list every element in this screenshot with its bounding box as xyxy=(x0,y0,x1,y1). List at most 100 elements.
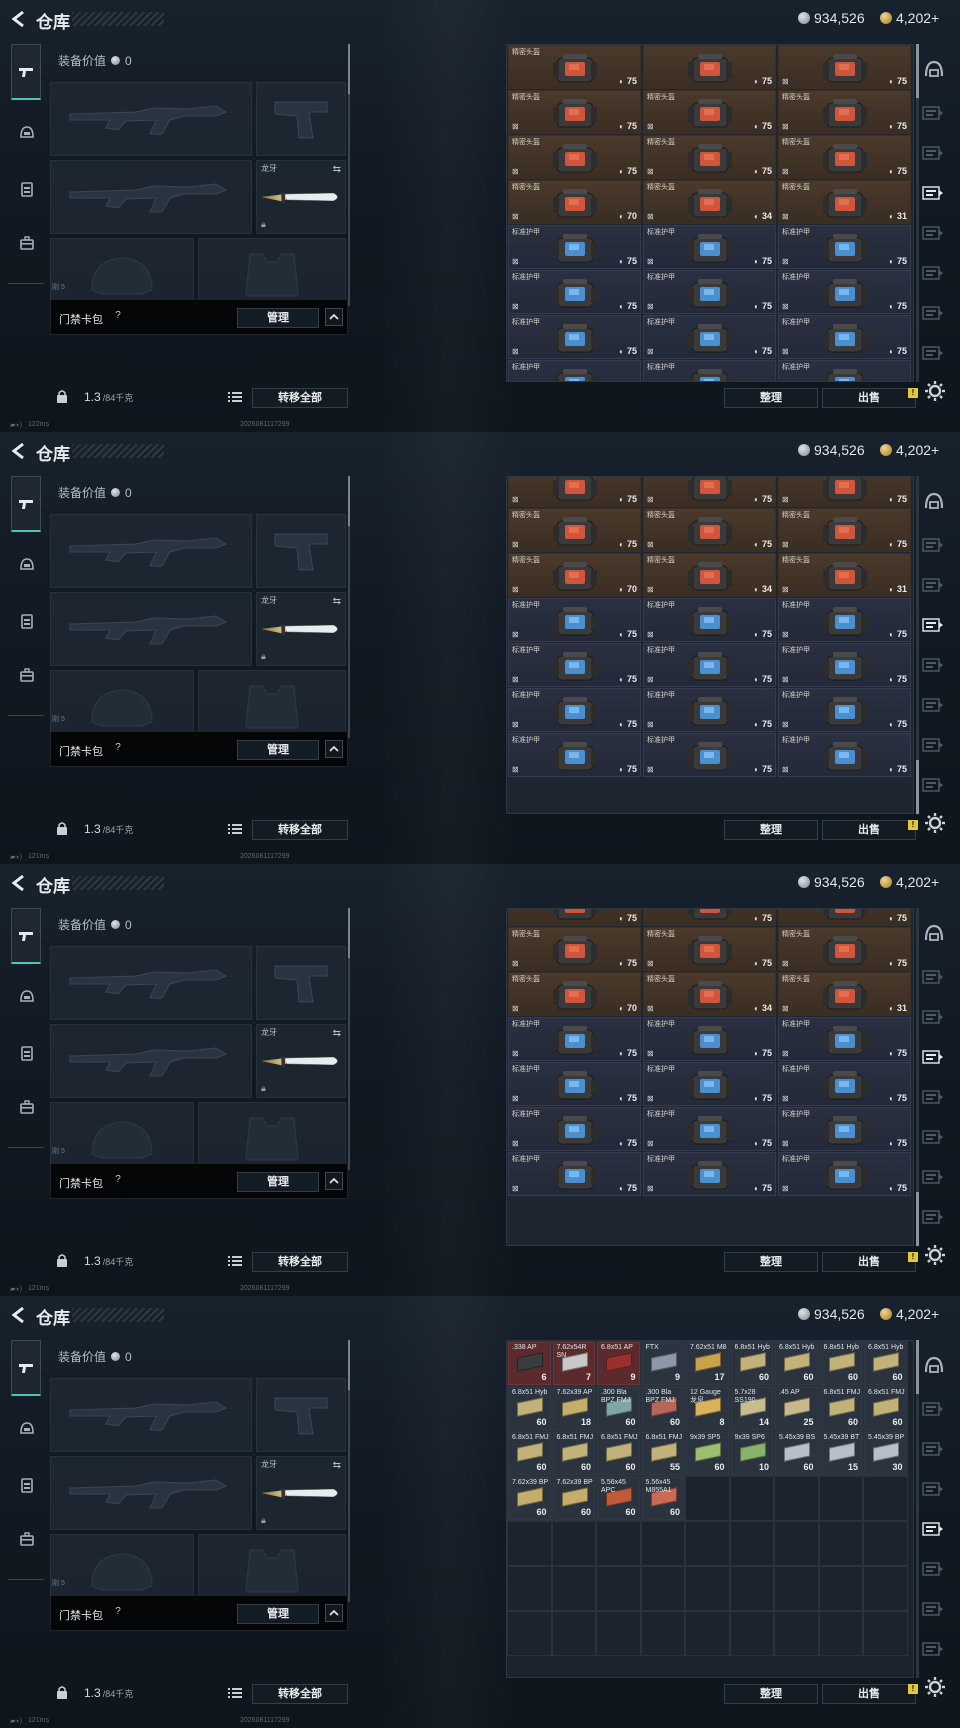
rail-tab[interactable] xyxy=(922,968,944,986)
sort-button[interactable]: 整理 xyxy=(724,1684,818,1704)
empty-grid-cell[interactable] xyxy=(729,1611,774,1656)
standard-armor-item[interactable]: 标准护甲 ⊠ ◐ 75 xyxy=(643,225,776,269)
ammo-item[interactable]: 5.56x45 M855A1 60 xyxy=(641,1477,684,1520)
grid-scrollbar-thumb[interactable] xyxy=(916,1192,919,1246)
equipment-scrollbar-thumb[interactable] xyxy=(348,1340,350,1390)
precision-helmet-item[interactable]: 精密头盔 ⊠ ◐ 75 xyxy=(508,135,641,179)
swap-icon[interactable]: ⇆ xyxy=(333,164,341,175)
precision-helmet-item[interactable]: 精密头盔 ⊠ ◐ 75 xyxy=(643,508,776,552)
ammo-item[interactable]: 7.62x39 BP 60 xyxy=(508,1477,551,1520)
rail-tab[interactable] xyxy=(922,1440,944,1458)
empty-grid-cell[interactable] xyxy=(640,1611,685,1656)
empty-grid-cell[interactable] xyxy=(596,1521,641,1566)
rail-tab[interactable] xyxy=(922,1560,944,1578)
standard-armor-item[interactable]: 标准护甲 ⊠ ◐ 75 xyxy=(643,733,776,777)
tab-backpack[interactable] xyxy=(12,1524,42,1554)
expand-button[interactable] xyxy=(325,1604,343,1622)
list-icon[interactable] xyxy=(226,390,244,404)
ammo-item[interactable]: 6.8x51 FMJ 55 xyxy=(641,1432,684,1475)
standard-armor-item[interactable]: 标准护甲 ⊠ ◐ 75 xyxy=(508,1062,641,1106)
standard-armor-item[interactable]: 标准护甲 ⊠ ◐ 75 xyxy=(778,1107,911,1151)
equipment-scrollbar[interactable] xyxy=(348,1340,350,1602)
precision-helmet-item[interactable]: 精密头盔 ⊠ ◐ 34 xyxy=(643,180,776,224)
manage-button[interactable]: 管理 xyxy=(237,740,319,760)
tab-backpack[interactable] xyxy=(12,228,42,258)
precision-helmet-item[interactable]: 精密头盔 ⊠ ◐ 75 xyxy=(508,90,641,134)
pistol-slot[interactable] xyxy=(256,82,346,156)
standard-armor-item[interactable]: 标准护甲 xyxy=(643,360,776,381)
empty-grid-cell[interactable] xyxy=(596,1611,641,1656)
precision-helmet-item[interactable]: ⊠ ◐ 75 xyxy=(508,477,641,507)
standard-armor-item[interactable]: 标准护甲 ⊠ ◐ 75 xyxy=(778,643,911,687)
rail-tab[interactable] xyxy=(922,696,944,714)
primary-weapon-slot[interactable] xyxy=(50,1378,252,1452)
standard-armor-item[interactable]: 标准护甲 ⊠ ◐ 75 xyxy=(643,598,776,642)
equipment-scrollbar-thumb[interactable] xyxy=(348,476,350,526)
tab-armor[interactable] xyxy=(12,174,42,204)
standard-armor-item[interactable]: 标准护甲 ⊠ ◐ 75 xyxy=(508,315,641,359)
ammo-item[interactable]: FTX 9 xyxy=(641,1342,684,1385)
ammo-item[interactable]: 12 Gauge 龙息 8 xyxy=(686,1387,729,1430)
rail-tab[interactable] xyxy=(922,1480,944,1498)
ammo-item[interactable]: 6.8x51 Hyb 60 xyxy=(864,1342,907,1385)
sell-button[interactable]: 出售 xyxy=(822,1252,916,1272)
precision-helmet-item[interactable]: ◐ 75 xyxy=(643,909,776,926)
grid-scrollbar-thumb[interactable] xyxy=(916,1340,919,1394)
ammo-item[interactable]: .300 Bla BPZ FMJ 60 xyxy=(597,1387,640,1430)
grid-scrollbar-thumb[interactable] xyxy=(916,44,919,98)
empty-grid-cell[interactable] xyxy=(774,1476,819,1521)
back-arrow-icon[interactable] xyxy=(8,8,30,30)
gold-currency[interactable]: 4,202+ xyxy=(880,874,939,890)
help-icon[interactable]: ? xyxy=(111,309,125,323)
rail-helmet-icon[interactable] xyxy=(920,920,948,948)
standard-armor-item[interactable]: 标准护甲 ⊠ ◐ 75 xyxy=(643,315,776,359)
tab-helmet[interactable] xyxy=(12,550,42,580)
pistol-slot[interactable] xyxy=(256,946,346,1020)
standard-armor-item[interactable]: 标准护甲 ⊠ ◐ 75 xyxy=(778,1152,911,1196)
precision-helmet-item[interactable]: 精密头盔 ⊠ ◐ 75 xyxy=(778,135,911,179)
equipment-scrollbar[interactable] xyxy=(348,476,350,738)
empty-grid-cell[interactable] xyxy=(729,1566,774,1611)
grid-scrollbar[interactable] xyxy=(916,1340,919,1678)
rail-helmet-icon[interactable] xyxy=(920,56,948,84)
help-icon[interactable]: ? xyxy=(111,741,125,755)
secondary-weapon-slot[interactable] xyxy=(50,1024,252,1098)
ammo-item[interactable]: 6.8x51 FMJ 60 xyxy=(508,1432,551,1475)
melee-slot[interactable]: 龙牙 ⇆ 🔒︎ xyxy=(256,592,346,666)
standard-armor-item[interactable]: 标准护甲 ⊠ ◐ 75 xyxy=(508,225,641,269)
precision-helmet-item[interactable]: 精密头盔 ⊠ ◐ 75 xyxy=(643,927,776,971)
empty-grid-cell[interactable] xyxy=(685,1476,730,1521)
expand-button[interactable] xyxy=(325,1172,343,1190)
tab-helmet[interactable] xyxy=(12,982,42,1012)
swap-icon[interactable]: ⇆ xyxy=(333,1028,341,1039)
ammo-item[interactable]: 6.8x51 FMJ 60 xyxy=(819,1387,862,1430)
standard-armor-item[interactable]: 标准护甲 ⊠ ◐ 75 xyxy=(643,1062,776,1106)
empty-grid-cell[interactable] xyxy=(774,1521,819,1566)
standard-armor-item[interactable]: 标准护甲 ⊠ ◐ 75 xyxy=(508,733,641,777)
ammo-item[interactable]: .300 Bla BPZ FMJ 60 xyxy=(641,1387,684,1430)
primary-weapon-slot[interactable] xyxy=(50,514,252,588)
rail-tab-active[interactable] xyxy=(922,1520,944,1538)
rail-tab[interactable] xyxy=(922,1008,944,1026)
grid-scrollbar[interactable] xyxy=(916,44,919,382)
pistol-slot[interactable] xyxy=(256,1378,346,1452)
precision-helmet-item[interactable]: 精密头盔 ⊠ ◐ 31 xyxy=(778,972,911,1016)
empty-grid-cell[interactable] xyxy=(818,1521,863,1566)
tab-weapons[interactable] xyxy=(11,1340,41,1396)
rail-tab[interactable] xyxy=(922,144,944,162)
rail-tab-active[interactable] xyxy=(922,184,944,202)
ammo-item[interactable]: 6.8x51 Hyb 60 xyxy=(508,1387,551,1430)
pistol-slot[interactable] xyxy=(256,514,346,588)
standard-armor-item[interactable]: 标准护甲 ⊠ ◐ 75 xyxy=(508,270,641,314)
precision-helmet-item[interactable]: 精密头盔 ⊠ ◐ 70 xyxy=(508,553,641,597)
precision-helmet-item[interactable]: 精密头盔 ⊠ ◐ 34 xyxy=(643,972,776,1016)
rail-tab[interactable] xyxy=(922,304,944,322)
empty-grid-cell[interactable] xyxy=(551,1521,596,1566)
rail-tab[interactable] xyxy=(922,1400,944,1418)
gold-currency[interactable]: 4,202+ xyxy=(880,10,939,26)
grid-scrollbar[interactable] xyxy=(916,908,919,1246)
standard-armor-item[interactable]: 标准护甲 ⊠ ◐ 75 xyxy=(778,315,911,359)
manage-button[interactable]: 管理 xyxy=(237,1172,319,1192)
standard-armor-item[interactable]: 标准护甲 ⊠ ◐ 75 xyxy=(508,1152,641,1196)
ammo-item[interactable]: 5.45x39 BS 60 xyxy=(775,1432,818,1475)
